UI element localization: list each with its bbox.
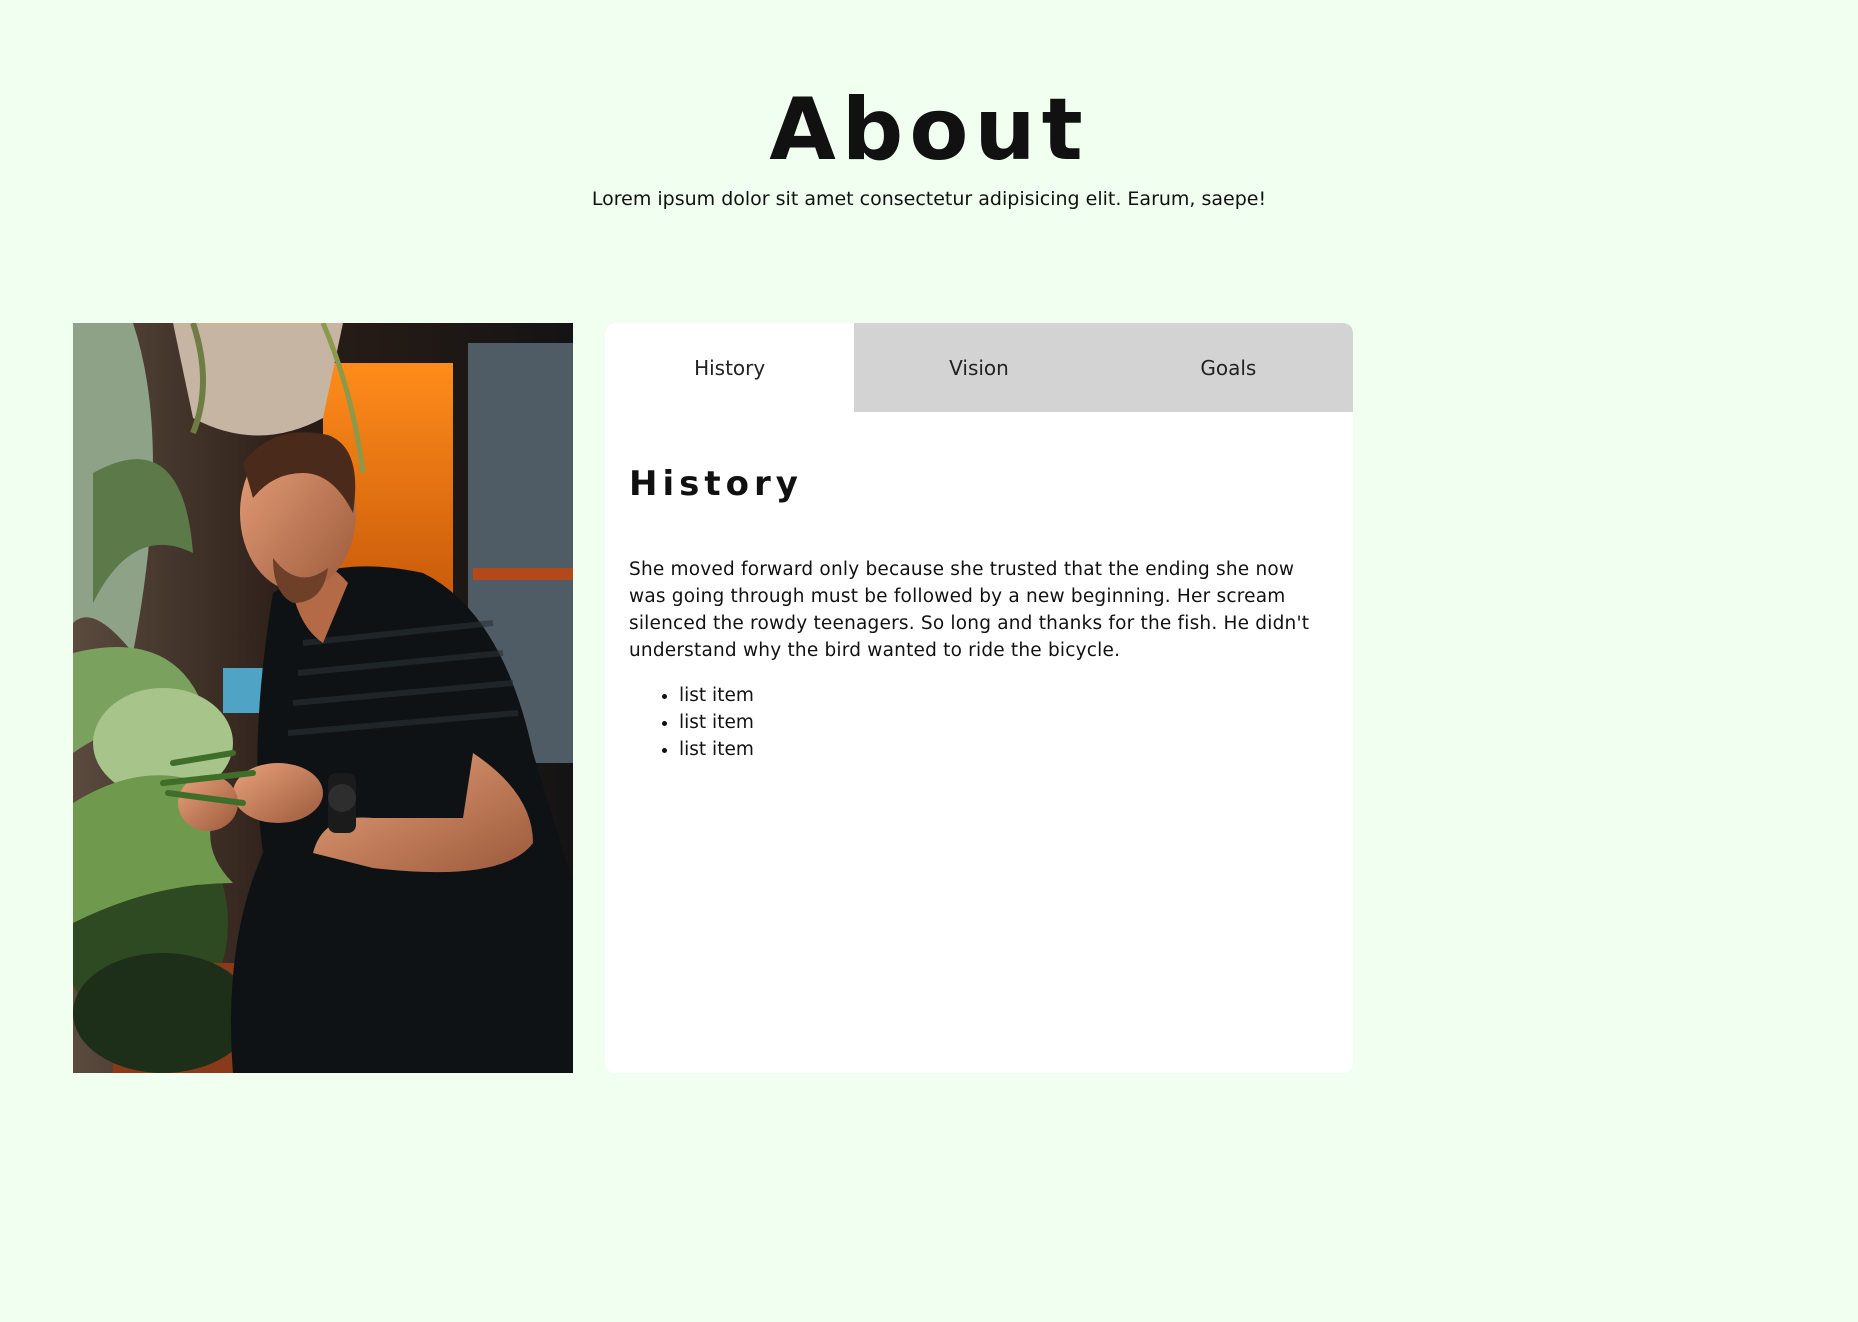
list-item: list item — [679, 682, 1329, 709]
page-subtitle: Lorem ipsum dolor sit amet consectetur a… — [591, 188, 1267, 210]
tab-vision[interactable]: Vision — [854, 323, 1103, 412]
about-photo — [73, 323, 573, 1073]
panel-list: list item list item list item — [629, 682, 1329, 763]
person-with-plants-photo — [73, 323, 573, 1073]
list-item: list item — [679, 736, 1329, 763]
list-item: list item — [679, 709, 1329, 736]
panel-title: History — [629, 464, 803, 504]
tab-bar: History Vision Goals — [605, 323, 1353, 412]
tab-goals[interactable]: Goals — [1104, 323, 1353, 412]
about-tabs-card: History Vision Goals History She moved f… — [605, 323, 1353, 1073]
page-title: About — [769, 80, 1089, 180]
tab-panel-history: History She moved forward only because s… — [605, 412, 1353, 763]
panel-text: She moved forward only because she trust… — [629, 559, 1310, 661]
tab-history[interactable]: History — [605, 323, 855, 412]
page-header: About Lorem ipsum dolor sit amet consect… — [0, 80, 1858, 212]
